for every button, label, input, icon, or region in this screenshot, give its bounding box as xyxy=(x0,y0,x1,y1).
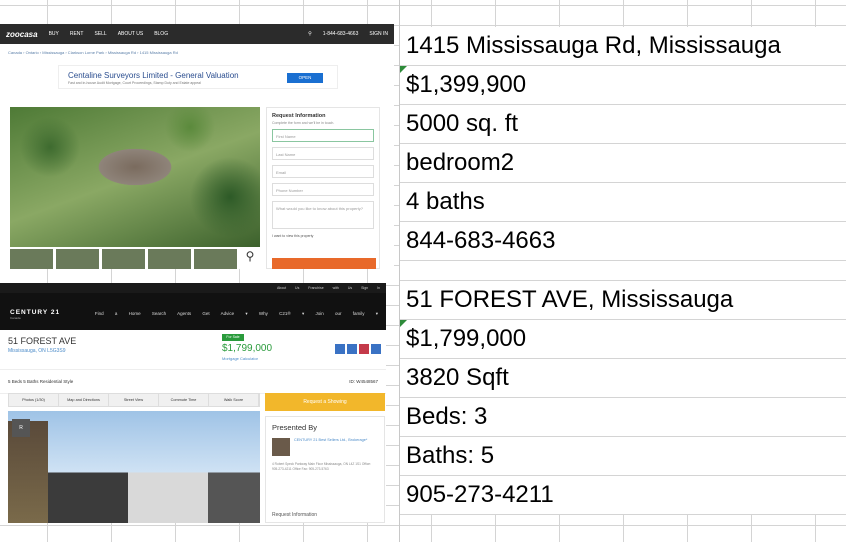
c21-tabs: Photos (1/30) Map and Directions Street … xyxy=(8,393,260,407)
cell-phone-2[interactable]: 905-273-4211 xyxy=(400,476,846,515)
c21-stats: 5 Beds 5 Baths Residential Style ID: W45… xyxy=(0,370,386,394)
c21-listing-header: 51 FOREST AVE Mississauga, ON L5G3S9 For… xyxy=(0,330,386,370)
c21-logo: CENTURY 21 Canada xyxy=(10,309,61,320)
view-property-checkbox: I want to view this property xyxy=(272,234,314,238)
cell-price-2[interactable]: $1,799,000 xyxy=(400,320,846,359)
home-icon xyxy=(335,344,345,354)
c21-city: Mississauga, ON L5G3S9 xyxy=(8,348,66,354)
submit-button xyxy=(272,258,376,269)
cell-area-1[interactable]: 5000 sq. ft xyxy=(400,105,846,144)
property-photo xyxy=(10,107,260,247)
mail-icon xyxy=(371,344,381,354)
empty-cell[interactable] xyxy=(400,261,846,281)
share-icon xyxy=(347,344,357,354)
agent-card: CENTURY 21 Best Sellers Ltd., Brokerage* xyxy=(272,438,378,456)
tab-map: Map and Directions xyxy=(59,394,109,406)
cell-baths-1[interactable]: 4 baths xyxy=(400,183,846,222)
c21-address: 51 FOREST AVE xyxy=(8,336,77,346)
tab-commute: Commute Time xyxy=(159,394,209,406)
cell-address-1[interactable]: 1415 Mississauga Rd, Mississauga xyxy=(400,27,846,66)
realtor-logo: R xyxy=(12,419,30,437)
request-info-heading: Request Information xyxy=(272,512,318,518)
presented-by-title: Presented By xyxy=(272,423,318,432)
tab-street-view: Street View xyxy=(109,394,159,406)
phone-field: Phone Number xyxy=(272,183,374,196)
tab-walk-score: Walk Score xyxy=(209,394,259,406)
ad-text: Fast and in-house Audit Mortgage, Court … xyxy=(68,81,201,85)
thumbnail xyxy=(56,249,99,269)
share-buttons xyxy=(335,344,381,354)
listing-id: ID: W4548567 xyxy=(349,379,378,384)
agent-address: 4 Robert Speck Parkway Main Floor Missis… xyxy=(272,462,371,471)
thumbnail xyxy=(148,249,191,269)
agent-avatar xyxy=(272,438,290,456)
comment-indicator xyxy=(400,66,407,73)
zoocasa-phone: 1-844-683-4663 xyxy=(322,31,359,37)
form-desc: Complete the form and we'll be in touch. xyxy=(272,121,335,125)
comment-indicator xyxy=(400,320,407,327)
century21-screenshot: About Us Franchise with Us Sign In CENTU… xyxy=(0,283,386,523)
ad-title: Centaline Surveyors Limited - General Va… xyxy=(68,71,239,80)
mortgage-calculator-link: Mortgage Calculator xyxy=(222,356,259,361)
cell-beds-1[interactable]: bedroom2 xyxy=(400,144,846,183)
photo-thumbnails: ⚲ xyxy=(10,249,260,269)
ad-banner: Centaline Surveyors Limited - General Va… xyxy=(58,65,338,89)
first-name-field: First Name xyxy=(272,129,374,142)
for-sale-badge: For Sale xyxy=(222,334,244,341)
cell-address-2[interactable]: 51 FOREST AVE, Mississauga xyxy=(400,281,846,320)
thumbnail xyxy=(194,249,237,269)
presented-by-panel: Presented By CENTURY 21 Best Sellers Ltd… xyxy=(265,416,385,523)
search-icon: ⚲ xyxy=(308,31,312,37)
message-field: What would you like to know about this p… xyxy=(272,201,374,229)
zoocasa-screenshot: zoocasa BUY RENT SELL ABOUT US BLOG ⚲ 1-… xyxy=(0,24,394,269)
cell-price-1[interactable]: $1,399,900 xyxy=(400,66,846,105)
c21-navbar: CENTURY 21 Canada Find a Home Search Agen… xyxy=(0,293,386,330)
request-info-form: Request Information Complete the form an… xyxy=(266,107,380,269)
spreadsheet-cells: 1415 Mississauga Rd, Mississauga $1,399,… xyxy=(400,27,846,515)
ad-open-button: OPEN xyxy=(287,73,323,83)
nav-about: ABOUT US xyxy=(117,31,144,37)
thumbnail xyxy=(10,249,53,269)
zoocasa-signin: SIGN IN xyxy=(369,31,388,37)
thumbnail xyxy=(102,249,145,269)
nav-blog: BLOG xyxy=(154,31,169,37)
c21-price: $1,799,000 xyxy=(222,343,273,354)
c21-top-links: About Us Franchise with Us Sign In xyxy=(0,283,386,293)
cell-phone-1[interactable]: 844-683-4663 xyxy=(400,222,846,261)
form-title: Request Information xyxy=(272,113,326,119)
cell-beds-2[interactable]: Beds: 3 xyxy=(400,398,846,437)
cell-area-2[interactable]: 3820 Sqft xyxy=(400,359,846,398)
nav-rent: RENT xyxy=(69,31,84,37)
breadcrumb: Canada › Ontario › Mississauga › Clarkso… xyxy=(8,50,178,55)
agent-name: CENTURY 21 Best Sellers Ltd., Brokerage* xyxy=(294,438,368,442)
c21-nav: Find a Home Search Agents Get Advice ▾ W… xyxy=(94,311,378,316)
last-name-field: Last Name xyxy=(272,147,374,160)
email-field: Email xyxy=(272,165,374,178)
tab-photos: Photos (1/30) xyxy=(9,394,59,406)
c21-property-photo: R xyxy=(8,411,260,523)
map-pin-icon: ⚲ xyxy=(240,249,260,269)
zoocasa-logo: zoocasa xyxy=(6,29,38,39)
nav-sell: SELL xyxy=(94,31,107,37)
cell-baths-2[interactable]: Baths: 5 xyxy=(400,437,846,476)
zoocasa-navbar: zoocasa BUY RENT SELL ABOUT US BLOG ⚲ 1-… xyxy=(0,24,394,44)
heart-icon xyxy=(359,344,369,354)
request-showing-button: Request a Showing xyxy=(265,393,385,411)
nav-buy: BUY xyxy=(48,31,59,37)
